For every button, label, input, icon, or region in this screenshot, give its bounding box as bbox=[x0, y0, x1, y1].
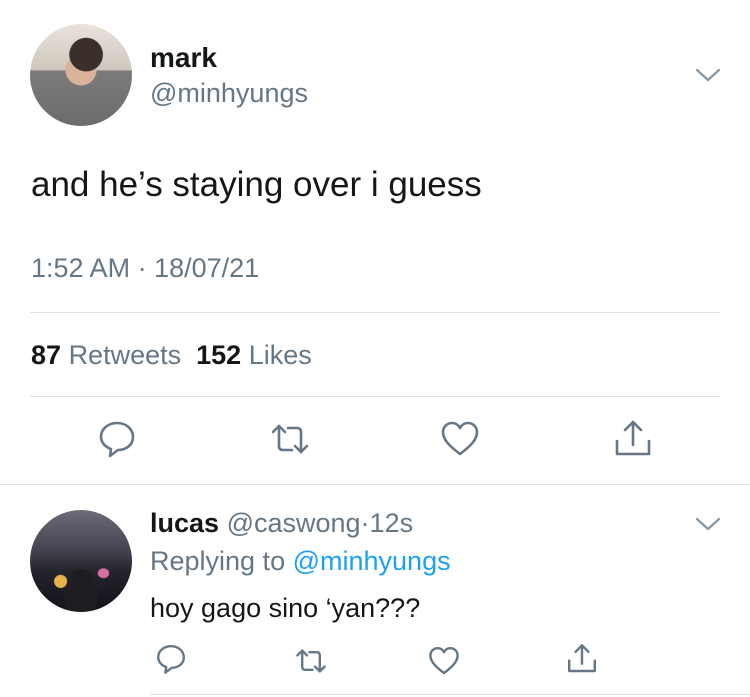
author-avatar[interactable] bbox=[30, 24, 132, 126]
retweets-stat[interactable]: 87 Retweets bbox=[31, 340, 181, 370]
retweet-icon bbox=[296, 649, 326, 673]
reply-text: hoy gago sino ‘yan??? bbox=[150, 593, 421, 623]
divider bbox=[0, 484, 750, 485]
replying-label: Replying to bbox=[150, 546, 286, 576]
retweets-count: 87 bbox=[31, 340, 62, 370]
divider bbox=[150, 694, 750, 695]
like-button[interactable] bbox=[440, 419, 480, 459]
replying-handle-link[interactable]: @minhyungs bbox=[293, 546, 451, 576]
divider bbox=[30, 312, 720, 313]
reply-age[interactable]: 12s bbox=[370, 508, 414, 538]
reply-button[interactable] bbox=[97, 419, 137, 459]
reply-author-handle[interactable]: @caswong bbox=[227, 508, 361, 538]
share-icon bbox=[568, 644, 596, 673]
reply-author-avatar[interactable] bbox=[30, 510, 132, 612]
heart-icon bbox=[429, 647, 459, 675]
likes-count: 152 bbox=[196, 340, 242, 370]
tweet-timestamp[interactable]: 1:52 AM · 18/07/21 bbox=[31, 253, 259, 284]
reply-header: lucas @caswong·12s bbox=[150, 508, 413, 539]
share-button[interactable] bbox=[613, 419, 653, 459]
reply-button[interactable] bbox=[155, 643, 187, 675]
tweet-date: 18/07/21 bbox=[154, 253, 260, 283]
chevron-down-icon[interactable] bbox=[695, 62, 721, 88]
like-button[interactable] bbox=[428, 645, 460, 677]
retweet-icon bbox=[271, 424, 309, 454]
separator-dot: · bbox=[137, 253, 147, 283]
author-handle[interactable]: @minhyungs bbox=[150, 78, 308, 109]
likes-label: Likes bbox=[248, 340, 312, 370]
replying-to: Replying to @minhyungs bbox=[150, 546, 451, 577]
tweet-text: and he’s staying over i guess bbox=[31, 165, 482, 204]
retweet-button[interactable] bbox=[270, 419, 310, 459]
author-name[interactable]: mark bbox=[150, 42, 217, 74]
share-icon bbox=[615, 420, 651, 456]
tweet-time: 1:52 AM bbox=[31, 253, 131, 283]
reply-author-name[interactable]: lucas bbox=[150, 508, 219, 538]
separator-dot: · bbox=[360, 508, 370, 538]
likes-stat[interactable]: 152 Likes bbox=[196, 340, 312, 370]
retweet-button[interactable] bbox=[295, 645, 327, 677]
share-button[interactable] bbox=[566, 643, 598, 675]
speech-bubble-icon bbox=[99, 421, 135, 458]
divider bbox=[30, 396, 720, 397]
tweet-stats: 87 Retweets 152 Likes bbox=[31, 340, 312, 371]
speech-bubble-icon bbox=[157, 645, 185, 674]
retweets-label: Retweets bbox=[68, 340, 182, 370]
chevron-down-icon[interactable] bbox=[695, 511, 721, 537]
heart-icon bbox=[441, 421, 479, 456]
